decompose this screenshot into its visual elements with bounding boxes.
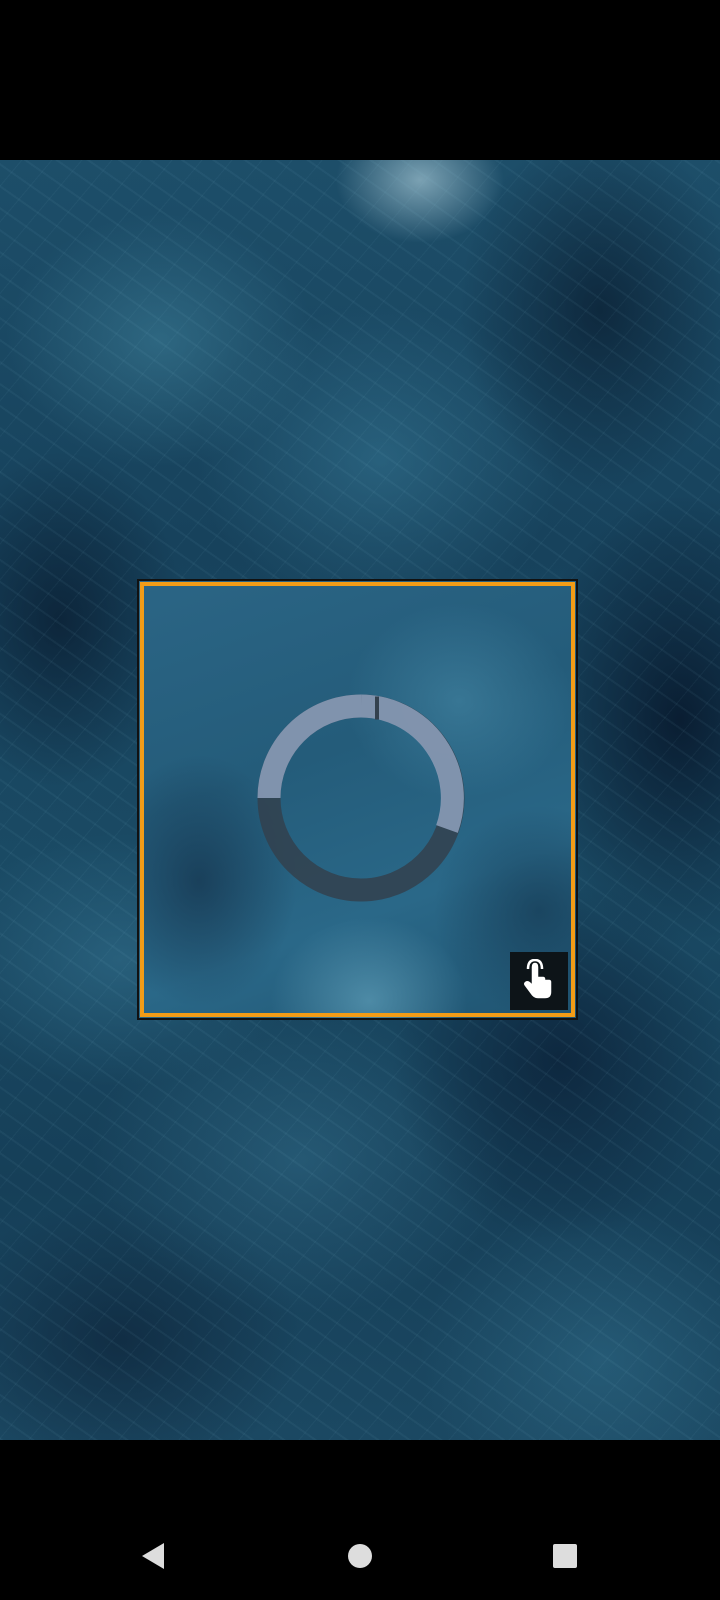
status-bar [0,0,720,160]
home-button[interactable] [340,1536,380,1576]
back-button[interactable] [134,1536,174,1576]
recents-button[interactable] [545,1536,585,1576]
back-triangle-icon [142,1543,164,1569]
navigation-bar [0,1440,720,1600]
tap-hand-button[interactable] [510,952,568,1010]
loading-spinner-icon [257,694,465,902]
home-circle-icon [348,1544,372,1568]
video-player-frame[interactable] [137,579,578,1020]
recents-square-icon [553,1544,577,1568]
tap-hand-icon [522,959,553,1000]
